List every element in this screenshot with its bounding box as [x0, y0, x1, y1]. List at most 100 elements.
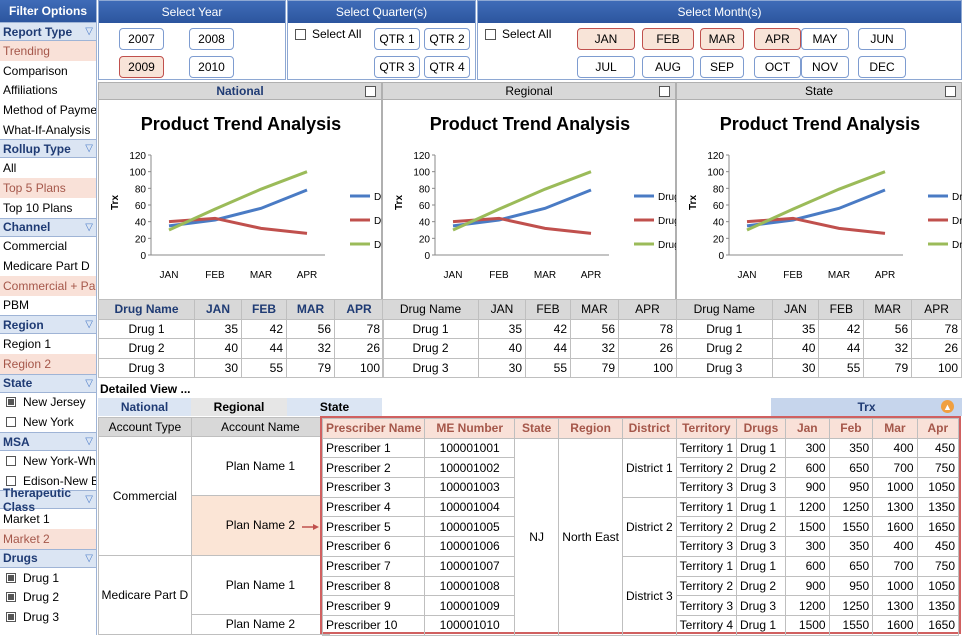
filter-item[interactable]: All: [0, 158, 96, 178]
prescriber-name[interactable]: Prescriber 9: [321, 595, 426, 616]
prescriber-name[interactable]: Prescriber 4: [321, 496, 426, 518]
filter-item-label: Region 1: [3, 337, 52, 352]
month-button[interactable]: JUL: [577, 56, 635, 78]
filter-item[interactable]: What-If-Analysis: [0, 120, 96, 140]
month-button[interactable]: OCT: [754, 56, 801, 78]
filter-item[interactable]: Affiliations: [0, 80, 96, 100]
y-tick-label: 100: [129, 168, 146, 179]
month-button[interactable]: SEP: [700, 56, 744, 78]
line-chart: 020406080100120TrxJANFEBMARAPRDrug 1Drug…: [110, 151, 383, 281]
trx-value: 1000: [872, 477, 918, 498]
checkbox[interactable]: [6, 611, 16, 622]
quarter-button[interactable]: QTR 1: [374, 28, 420, 50]
prescriber-name[interactable]: Prescriber 1: [321, 437, 426, 459]
series-line: [452, 170, 592, 232]
dropdown-icon[interactable]: ▽: [85, 494, 93, 505]
month-button[interactable]: FEB: [642, 28, 694, 50]
checkbox[interactable]: [6, 417, 16, 428]
quarter-button[interactable]: QTR 4: [424, 56, 470, 78]
prescriber-name[interactable]: Prescriber 3: [321, 477, 426, 498]
dropdown-icon[interactable]: ▽: [85, 553, 93, 564]
filter-item[interactable]: Drug 1: [0, 568, 96, 588]
table-cell: 35: [771, 318, 820, 340]
dropdown-icon[interactable]: ▽: [85, 143, 93, 154]
territory-cell: Territory 2: [675, 457, 738, 479]
month-button[interactable]: JAN: [577, 28, 635, 50]
filter-item-label: Commercial + Part D: [3, 278, 96, 293]
prescriber-name[interactable]: Prescriber 6: [321, 536, 426, 557]
filter-item[interactable]: New York-White: [0, 451, 96, 471]
checkbox[interactable]: [6, 572, 16, 583]
dropdown-icon[interactable]: ▽: [85, 222, 93, 233]
table-row: Drug 1 35 42 56 78: [382, 318, 677, 340]
y-tick-label: 20: [419, 234, 431, 245]
dropdown-icon[interactable]: ▽: [85, 436, 93, 447]
trx-value: 650: [828, 555, 874, 577]
dropdown-icon[interactable]: ▽: [85, 319, 93, 330]
filter-item[interactable]: New York: [0, 412, 96, 432]
x-tick-label: APR: [581, 270, 602, 281]
month-button[interactable]: MAY: [801, 28, 849, 50]
year-button[interactable]: 2009: [119, 56, 164, 78]
prescriber-name[interactable]: Prescriber 8: [321, 575, 426, 597]
month-button[interactable]: MAR: [700, 28, 744, 50]
month-button[interactable]: APR: [754, 28, 801, 50]
checkbox[interactable]: [295, 28, 306, 40]
filter-header-label: Report Type: [3, 24, 73, 39]
collapse-icon[interactable]: ▲: [941, 400, 954, 413]
filter-item[interactable]: Top 10 Plans: [0, 198, 96, 218]
tab-regional[interactable]: Regional: [191, 398, 287, 416]
trx-value: 1600: [872, 516, 918, 538]
month-button[interactable]: JUN: [858, 28, 906, 50]
prescriber-name[interactable]: Prescriber 10: [321, 614, 426, 636]
month-button[interactable]: NOV: [801, 56, 849, 78]
tab-national[interactable]: National: [98, 398, 191, 416]
dropdown-icon[interactable]: ▽: [85, 378, 93, 389]
month-select-all[interactable]: Select All: [485, 27, 551, 41]
filter-item[interactable]: Commercial: [0, 237, 96, 257]
checkbox[interactable]: [6, 455, 16, 466]
filter-item[interactable]: Method of Payment: [0, 100, 96, 120]
y-tick-label: 100: [413, 168, 430, 179]
dropdown-icon[interactable]: ▽: [85, 26, 93, 37]
filter-item[interactable]: Top 5 Plans: [0, 178, 96, 198]
filter-item[interactable]: Trending: [0, 41, 96, 61]
filter-item[interactable]: PBM: [0, 296, 96, 316]
filter-item[interactable]: Drug 2: [0, 587, 96, 607]
month-button[interactable]: DEC: [858, 56, 906, 78]
account-name[interactable]: Plan Name 1: [190, 554, 331, 615]
account-name[interactable]: Plan Name 2: [190, 613, 331, 636]
checkbox[interactable]: [6, 592, 16, 603]
tab-state[interactable]: State: [287, 398, 382, 416]
checkbox[interactable]: [365, 86, 376, 97]
filter-item-label: What-If-Analysis: [3, 122, 91, 137]
checkbox[interactable]: [6, 475, 16, 486]
filter-item[interactable]: Market 2: [0, 529, 96, 549]
month-button[interactable]: AUG: [642, 56, 694, 78]
filter-item[interactable]: Medicare Part D: [0, 256, 96, 276]
trx-value: 1050: [916, 477, 960, 498]
prescriber-name[interactable]: Prescriber 7: [321, 555, 426, 577]
checkbox[interactable]: [659, 86, 670, 97]
x-tick-label: APR: [297, 270, 318, 281]
select-all-label: Select All: [502, 27, 552, 41]
filter-item[interactable]: Region 2: [0, 353, 96, 374]
year-button[interactable]: 2007: [119, 28, 164, 50]
prescriber-name[interactable]: Prescriber 5: [321, 516, 426, 538]
filter-item[interactable]: New Jersey: [0, 393, 96, 413]
checkbox[interactable]: [6, 397, 16, 408]
filter-header: Channel ▽: [0, 217, 96, 237]
checkbox[interactable]: [945, 86, 956, 97]
filter-item[interactable]: Commercial + Part D: [0, 275, 96, 296]
quarter-select-all[interactable]: Select All: [295, 27, 361, 41]
checkbox[interactable]: [485, 28, 496, 40]
quarter-button[interactable]: QTR 3: [374, 56, 420, 78]
filter-item[interactable]: Comparison: [0, 61, 96, 81]
prescriber-name[interactable]: Prescriber 2: [321, 457, 426, 479]
quarter-button[interactable]: QTR 2: [424, 28, 470, 50]
filter-item[interactable]: Region 1: [0, 334, 96, 354]
year-button[interactable]: 2010: [189, 56, 234, 78]
year-button[interactable]: 2008: [189, 28, 234, 50]
account-name[interactable]: Plan Name 1: [190, 436, 331, 497]
filter-item[interactable]: Drug 3: [0, 607, 96, 627]
